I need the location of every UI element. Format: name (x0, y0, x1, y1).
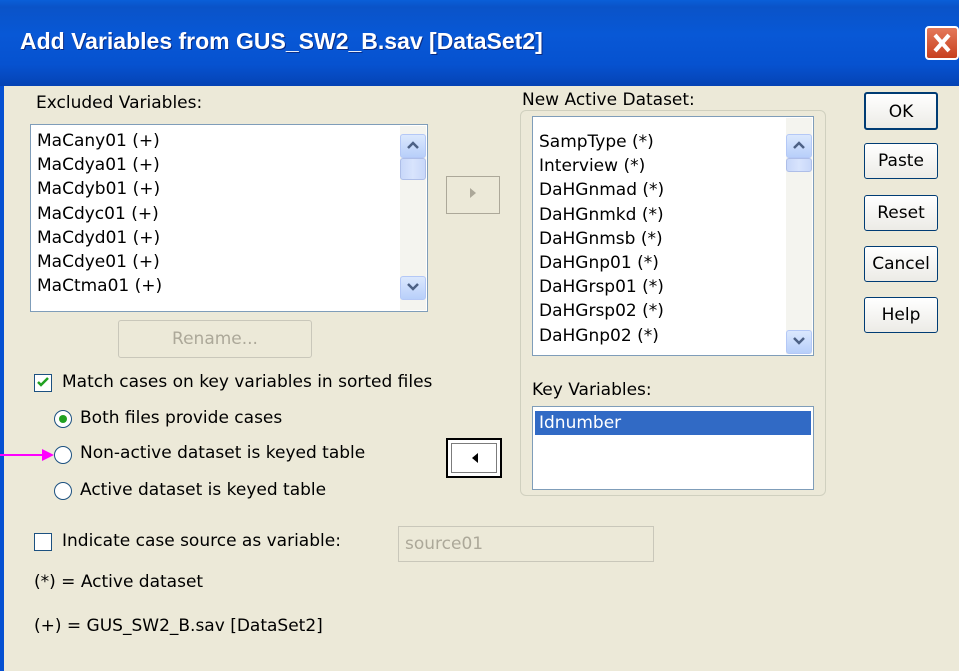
case-source-input[interactable]: source01 (398, 526, 654, 562)
scroll-up-button[interactable] (786, 134, 812, 158)
list-item[interactable]: MaCany01 (+) (31, 129, 427, 153)
list-item[interactable]: SampType (*) (533, 130, 813, 154)
reset-button[interactable]: Reset (864, 195, 938, 231)
annotation-arrow-icon (0, 449, 54, 461)
radio-both-files[interactable] (54, 410, 72, 428)
list-item[interactable]: Interview (*) (533, 154, 813, 178)
paste-button[interactable]: Paste (864, 143, 938, 179)
scroll-thumb[interactable] (786, 158, 812, 172)
scroll-down-button[interactable] (400, 276, 426, 300)
radio-selected-dot (59, 415, 67, 423)
close-icon (933, 33, 951, 53)
close-button[interactable] (925, 26, 959, 60)
case-source-label[interactable]: Indicate case source as variable: (62, 531, 341, 551)
checkmark-icon (37, 377, 49, 387)
move-left-button[interactable] (446, 438, 502, 478)
legend-active: (*) = Active dataset (34, 572, 204, 592)
list-item[interactable]: DaHGnmsb (*) (533, 227, 813, 251)
new-active-scrollbar[interactable] (786, 118, 812, 354)
list-item[interactable]: DaHGnmad (*) (533, 178, 813, 202)
ok-button[interactable]: OK (864, 92, 938, 130)
key-variables-label: Key Variables: (532, 380, 652, 400)
new-active-dataset-list[interactable]: SampType (*) Interview (*) DaHGnmad (*) … (532, 116, 814, 356)
match-cases-checkbox[interactable] (34, 374, 52, 392)
chevron-down-icon (407, 283, 419, 291)
chevron-up-icon (407, 141, 419, 149)
new-active-dataset-label: New Active Dataset: (522, 90, 695, 110)
radio-non-active-keyed[interactable] (54, 446, 72, 464)
arrow-right-icon (470, 188, 476, 198)
match-cases-label[interactable]: Match cases on key variables in sorted f… (62, 372, 432, 392)
list-item[interactable]: MaCdye01 (+) (31, 250, 427, 274)
radio-active-keyed-label[interactable]: Active dataset is keyed table (80, 480, 326, 500)
scroll-down-button[interactable] (786, 330, 812, 354)
cancel-button[interactable]: Cancel (864, 246, 938, 282)
list-item[interactable]: MaCdyc01 (+) (31, 202, 427, 226)
list-item[interactable]: MaCtma01 (+) (31, 274, 427, 298)
move-right-button[interactable] (446, 176, 500, 214)
radio-active-keyed[interactable] (54, 482, 72, 500)
list-item-selected[interactable]: Idnumber (535, 411, 811, 436)
list-item[interactable]: MaCdya01 (+) (31, 153, 427, 177)
list-item[interactable]: DaHGrsp01 (*) (533, 275, 813, 299)
list-item[interactable]: DaHGnmkd (*) (533, 203, 813, 227)
excluded-variables-list[interactable]: MaCany01 (+) MaCdya01 (+) MaCdyb01 (+) M… (30, 124, 428, 312)
list-item[interactable]: MaCdyd01 (+) (31, 226, 427, 250)
arrow-left-icon (472, 453, 478, 463)
list-item[interactable]: DaHGnp01 (*) (533, 251, 813, 275)
rename-button[interactable]: Rename... (118, 320, 312, 358)
excluded-scrollbar[interactable] (400, 126, 426, 310)
chevron-down-icon (793, 337, 805, 345)
scroll-thumb[interactable] (400, 158, 426, 180)
window-title: Add Variables from GUS_SW2_B.sav [DataSe… (20, 28, 543, 54)
excluded-variables-label: Excluded Variables: (36, 93, 203, 113)
legend-non-active: (+) = GUS_SW2_B.sav [DataSet2] (34, 616, 323, 636)
list-item[interactable]: MaCdyb01 (+) (31, 177, 427, 201)
scroll-up-button[interactable] (400, 134, 426, 158)
chevron-up-icon (793, 141, 805, 149)
help-button[interactable]: Help (864, 297, 938, 333)
list-item[interactable]: DaHGrsp02 (*) (533, 299, 813, 323)
list-item[interactable]: DaHGnp02 (*) (533, 324, 813, 348)
radio-both-files-label[interactable]: Both files provide cases (80, 408, 282, 428)
case-source-checkbox[interactable] (34, 533, 52, 551)
key-variables-list[interactable]: Idnumber (532, 406, 814, 490)
radio-non-active-keyed-label[interactable]: Non-active dataset is keyed table (80, 443, 365, 463)
